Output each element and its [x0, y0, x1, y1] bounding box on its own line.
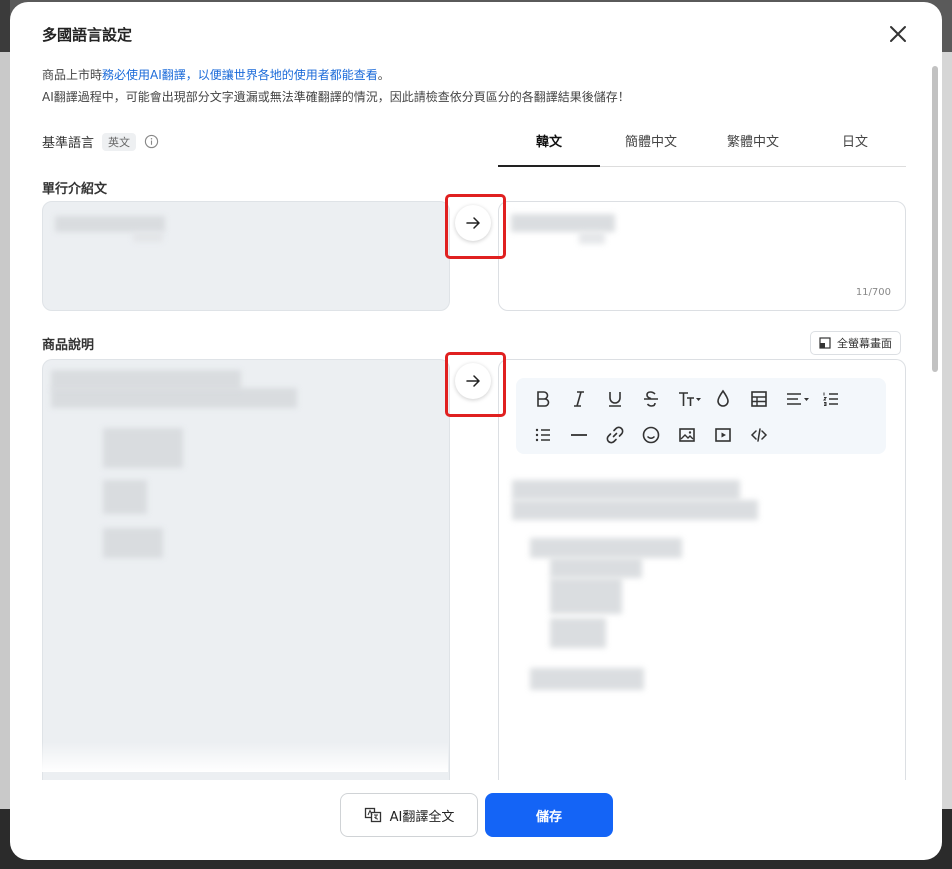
font-size-icon: [679, 392, 701, 406]
copy-intro-arrow-button[interactable]: [455, 205, 491, 241]
blurred-text: [530, 538, 682, 558]
modal-title: 多國語言設定: [42, 26, 133, 44]
emoji-button[interactable]: [638, 422, 664, 448]
language-settings-modal: 多國語言設定 商品上市時務必使用AI翻譯，以便讓世界各地的使用者都能查看。 AI…: [10, 2, 942, 860]
blurred-text: [550, 578, 622, 614]
arrow-right-icon: [466, 217, 480, 229]
blurred-text: [511, 214, 615, 232]
fullscreen-label: 全螢幕畫面: [837, 337, 892, 350]
bold-button[interactable]: [530, 386, 556, 412]
notice-suffix: 。: [377, 68, 390, 82]
notice-prefix: 商品上市時: [42, 68, 103, 82]
blurred-text: [512, 480, 740, 500]
fullscreen-button[interactable]: 全螢幕畫面: [810, 331, 901, 355]
image-button[interactable]: [674, 422, 700, 448]
image-icon: [679, 428, 695, 442]
blurred-text: [512, 500, 758, 520]
base-language-badge: 英文: [102, 132, 137, 151]
align-icon: [787, 393, 809, 405]
editor-toolbar: [516, 378, 886, 454]
base-language-label: 基準語言: [42, 136, 95, 151]
intro-source-field: [42, 201, 450, 311]
ai-translate-all-button[interactable]: AI翻譯全文: [340, 793, 478, 837]
ordered-list-icon: [822, 392, 838, 406]
video-icon: [715, 428, 731, 442]
notice-line-1: 商品上市時務必使用AI翻譯，以便讓世界各地的使用者都能查看。: [42, 66, 390, 83]
save-button[interactable]: 儲存: [485, 793, 613, 837]
code-button[interactable]: [746, 422, 772, 448]
align-button[interactable]: [782, 386, 814, 412]
link-button[interactable]: [602, 422, 628, 448]
underline-button[interactable]: [602, 386, 628, 412]
notice-highlight: 務必使用AI翻譯，以便讓世界各地的使用者都能查看: [102, 68, 378, 82]
bullet-list-button[interactable]: [530, 422, 556, 448]
tab-korean[interactable]: 韓文: [498, 124, 600, 167]
blurred-text: [550, 558, 642, 578]
description-source-field: [42, 359, 450, 780]
base-language-row: 基準語言 英文: [42, 132, 159, 151]
language-tabs: 韓文 簡體中文 繁體中文 日文: [498, 124, 906, 167]
table-button[interactable]: [746, 386, 772, 412]
ordered-list-button[interactable]: [818, 386, 844, 412]
horizontal-rule-icon: [571, 434, 587, 436]
tab-traditional-chinese[interactable]: 繁體中文: [702, 124, 804, 166]
blurred-text: [103, 528, 163, 558]
blurred-text: [51, 370, 241, 390]
strikethrough-button[interactable]: [638, 386, 664, 412]
character-counter: 11/700: [855, 287, 891, 298]
bullet-list-icon: [535, 428, 550, 442]
translate-icon: [364, 807, 381, 823]
video-button[interactable]: [710, 422, 736, 448]
blurred-text: [51, 388, 297, 408]
source-fade-overlay: [42, 742, 448, 772]
description-section-label: 商品說明: [42, 338, 95, 353]
close-icon: [890, 26, 906, 42]
blurred-text: [579, 232, 605, 244]
background-left-strip-dark: [0, 0, 10, 52]
blurred-text: [530, 668, 644, 690]
close-button[interactable]: [884, 20, 912, 48]
fullscreen-icon: [819, 337, 831, 349]
text-color-button[interactable]: [710, 386, 736, 412]
modal-scrollbar[interactable]: [932, 66, 938, 372]
italic-icon: [574, 391, 584, 407]
blurred-text: [55, 216, 165, 232]
copy-description-arrow-button[interactable]: [455, 363, 491, 399]
blurred-text: [133, 232, 163, 242]
blurred-text: [103, 480, 147, 514]
link-icon: [606, 426, 624, 444]
italic-button[interactable]: [566, 386, 592, 412]
tab-japanese[interactable]: 日文: [804, 124, 906, 166]
info-icon[interactable]: [144, 134, 159, 149]
tab-simplified-chinese[interactable]: 簡體中文: [600, 124, 702, 166]
droplet-icon: [717, 389, 729, 407]
emoji-icon: [642, 426, 660, 444]
ai-translate-label: AI翻譯全文: [389, 809, 455, 825]
blurred-text: [103, 428, 183, 468]
arrow-right-icon: [466, 375, 480, 387]
strikethrough-icon: [644, 391, 658, 407]
notice-line-2: AI翻譯過程中，可能會出現部分文字遺漏或無法準確翻譯的情況，因此請檢查依分頁區分…: [42, 90, 630, 104]
code-icon: [750, 428, 768, 442]
blurred-text: [550, 618, 606, 648]
font-size-button[interactable]: [674, 386, 706, 412]
intro-section-label: 單行介紹文: [42, 182, 108, 197]
underline-icon: [609, 392, 621, 407]
horizontal-rule-button[interactable]: [566, 422, 592, 448]
background-left-strip: [0, 52, 10, 812]
intro-target-field[interactable]: 11/700: [498, 201, 906, 311]
table-icon: [751, 391, 767, 407]
bold-icon: [537, 391, 550, 407]
